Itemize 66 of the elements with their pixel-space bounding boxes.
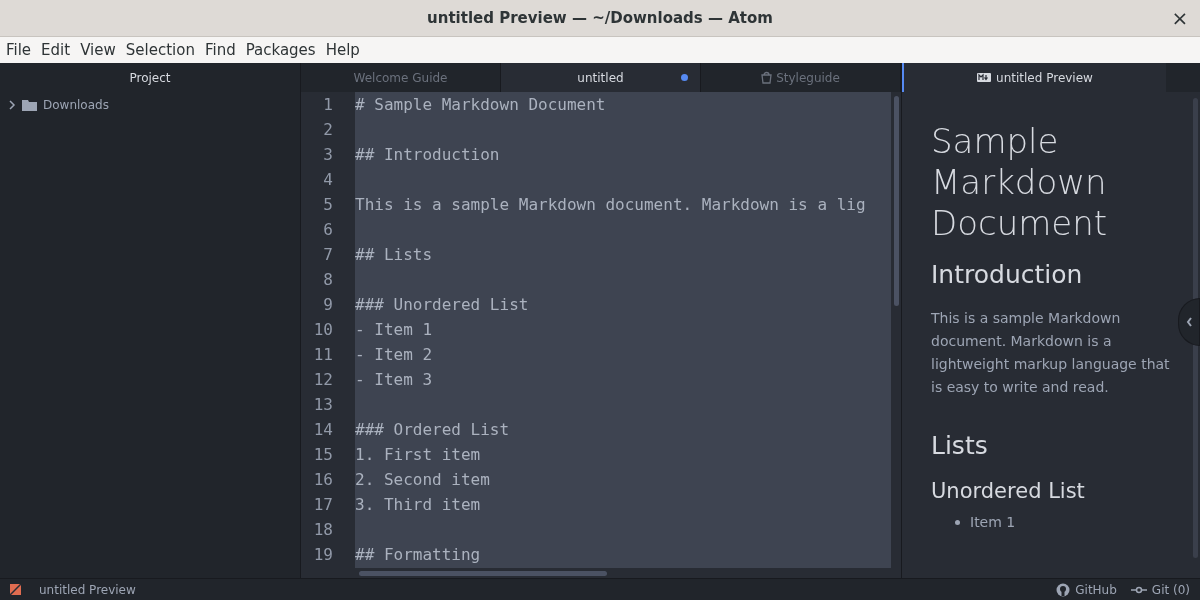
tree-item[interactable]: Downloads — [0, 92, 300, 118]
menu-item[interactable]: File — [6, 38, 32, 62]
markdown-icon — [977, 73, 992, 82]
preview-heading: Introduction — [931, 260, 1084, 290]
vertical-scrollbar[interactable] — [894, 96, 899, 306]
menu-item[interactable]: Edit — [41, 38, 71, 62]
line-number: 6 — [323, 219, 333, 241]
line-number: 13 — [313, 394, 333, 416]
line-number: 9 — [323, 294, 333, 316]
code-line: ## Introduction — [355, 145, 500, 164]
list-item: Item 1 — [970, 513, 1016, 532]
paint-bucket-icon — [761, 71, 773, 84]
code-line: ### Unordered List — [355, 295, 529, 314]
line-number: 18 — [313, 519, 333, 541]
preview-heading: Lists — [931, 431, 989, 461]
commit-icon — [1130, 585, 1147, 594]
folder-icon — [22, 99, 37, 111]
code-line: 3. Third item — [355, 495, 481, 514]
preview-heading: Sample Markdown Document — [931, 121, 1109, 244]
preview-heading: Unordered List — [931, 478, 1086, 504]
editor-tab[interactable]: untitled — [501, 63, 701, 92]
preview-tab[interactable]: untitled Preview — [902, 63, 1166, 92]
code-line: ### Ordered List — [355, 420, 510, 439]
chevron-left-icon — [1185, 317, 1193, 327]
code-line: This is a sample Markdown document. Markdown is a lig — [355, 195, 866, 214]
menu-item[interactable]: Find — [204, 38, 236, 62]
panel-title: Project — [129, 69, 171, 87]
line-number: 3 — [323, 144, 333, 166]
line-number: 7 — [323, 244, 333, 266]
status-file-name: untitled Preview — [39, 581, 136, 599]
code-line: - Item 3 — [355, 370, 433, 389]
line-number: 8 — [323, 269, 333, 291]
code-line: ## Lists — [355, 245, 433, 264]
close-button[interactable]: × — [1168, 6, 1192, 30]
line-number: 19 — [313, 544, 333, 566]
menu-item[interactable]: View — [80, 38, 116, 62]
line-number: 5 — [323, 194, 333, 216]
git-button[interactable]: Git (0) — [1130, 580, 1190, 599]
code-line: # Sample Markdown Document — [355, 95, 606, 114]
octocat-icon — [1056, 582, 1071, 597]
code-line: 2. Second item — [355, 470, 490, 489]
menu-item[interactable]: Help — [325, 38, 360, 62]
line-number: 16 — [313, 469, 333, 491]
line-number: 14 — [313, 419, 333, 441]
line-number: 17 — [313, 494, 333, 516]
line-number: 1 — [323, 94, 333, 116]
code-line: - Item 1 — [355, 320, 433, 339]
code-line: - Item 2 — [355, 345, 433, 364]
code-line: ## Formatting — [355, 545, 481, 564]
line-number: 10 — [313, 319, 333, 341]
line-number: 15 — [313, 444, 333, 466]
line-number: 2 — [323, 119, 333, 141]
code-line: 1. First item — [355, 445, 481, 464]
vertical-scrollbar[interactable] — [1193, 98, 1198, 558]
collapse-button[interactable] — [1178, 298, 1200, 346]
menu-item[interactable]: Selection — [125, 38, 195, 62]
line-number: 4 — [323, 169, 333, 191]
file-icon — [10, 584, 21, 595]
line-number: 11 — [313, 344, 333, 366]
preview-paragraph: This is a sample Markdown document. Markdown is a lightweight markup language that is easy to write and read. — [931, 309, 1171, 397]
github-button[interactable]: GitHub — [1056, 580, 1117, 599]
line-number: 12 — [313, 369, 333, 391]
window-title: untitled Preview — ~/Downloads — Atom — [427, 7, 773, 29]
horizontal-scrollbar[interactable] — [359, 571, 607, 576]
bullet-icon — [955, 519, 960, 525]
menu-item[interactable]: Packages — [245, 38, 316, 62]
